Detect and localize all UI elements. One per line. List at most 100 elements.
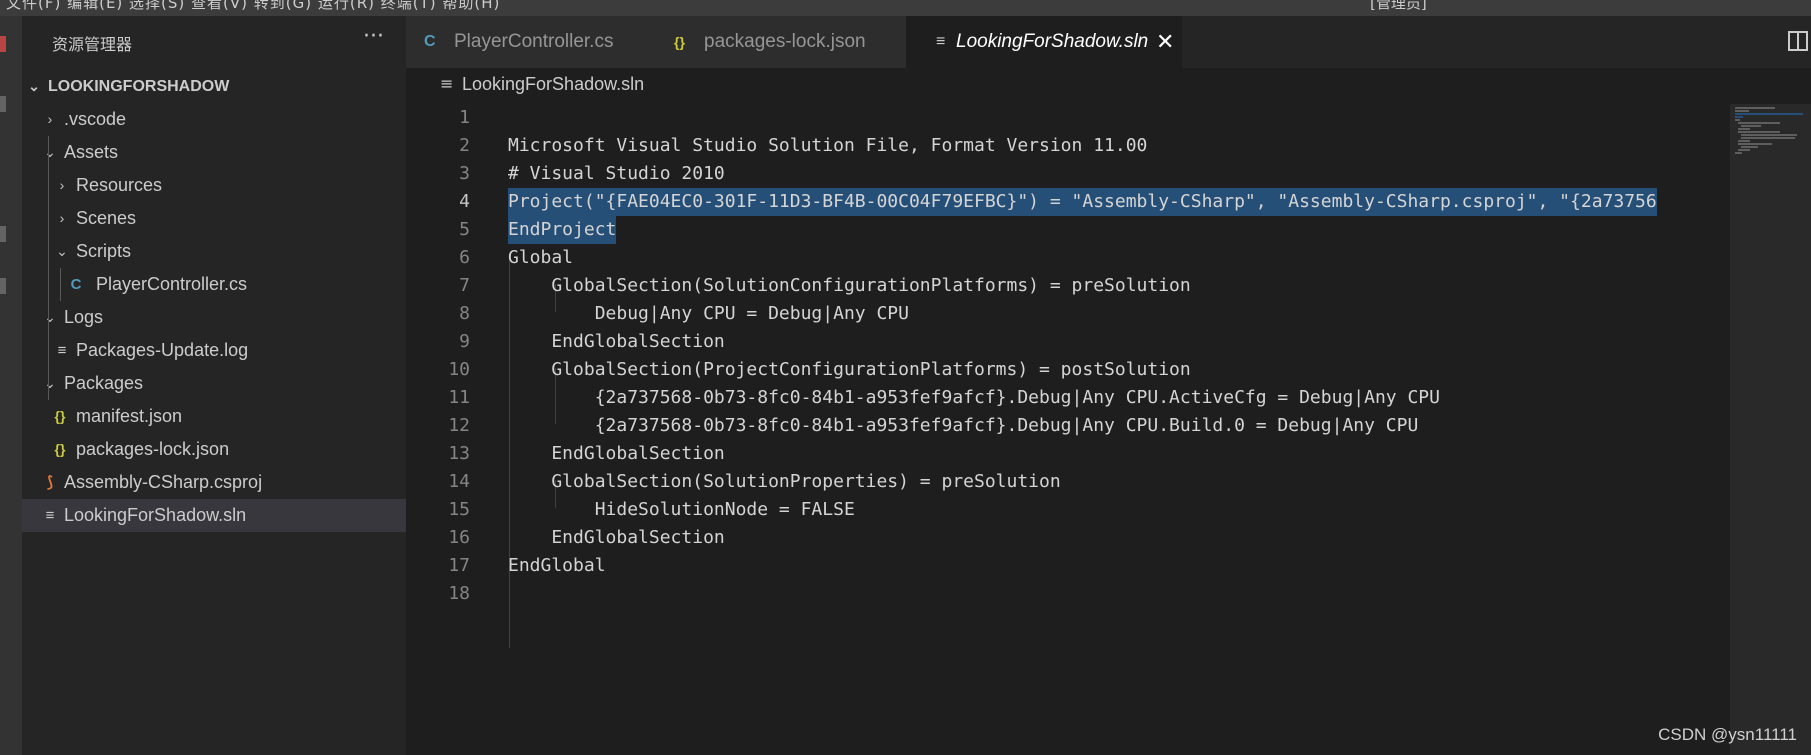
menu-bar[interactable]: 文件(F) 编辑(E) 选择(S) 查看(V) 转到(G) 运行(R) 终端(T…	[6, 0, 500, 13]
tree-item-packages-update-log[interactable]: ≡ Packages-Update.log	[22, 334, 406, 367]
run-debug-activity-icon[interactable]	[0, 226, 6, 242]
breadcrumb-file[interactable]: LookingForShadow.sln	[462, 74, 644, 95]
chevron-right-icon: ›	[47, 111, 53, 127]
line-text: EndGlobalSection	[508, 331, 725, 352]
editor-tabs: C PlayerController.cs {} packages-lock.j…	[406, 16, 1811, 68]
tree-item-assets[interactable]: ⌄ Assets	[22, 136, 406, 169]
csharp-file-icon: C	[424, 33, 436, 50]
line-number: 7	[459, 275, 470, 296]
tree-item-packages[interactable]: ⌄ Packages	[22, 367, 406, 400]
extensions-activity-icon[interactable]	[0, 278, 6, 294]
tree-item-label: Scripts	[76, 241, 132, 261]
minimap-line	[1735, 119, 1740, 121]
line-number: 5	[459, 219, 470, 240]
minimap-slider[interactable]	[1731, 104, 1811, 755]
tree-indent-guide	[60, 268, 61, 301]
tree-item-resources[interactable]: › Resources	[22, 169, 406, 202]
line-number: 17	[448, 555, 470, 576]
line-text: Microsoft Visual Studio Solution File, F…	[508, 135, 1148, 156]
json-file-icon: {}	[54, 441, 66, 457]
minimap[interactable]	[1730, 104, 1811, 755]
line-number: 10	[448, 359, 470, 380]
line-text: Debug|Any CPU = Debug|Any CPU	[508, 303, 909, 324]
file-tree: ⌄ LOOKINGFORSHADOW › .vscode ⌄ Assets › …	[22, 70, 406, 532]
tree-item-label: Scenes	[76, 208, 137, 228]
tree-item-label: PlayerController.cs	[96, 274, 248, 294]
more-actions-icon[interactable]: ···	[363, 24, 384, 49]
line-text: # Visual Studio 2010	[508, 163, 725, 184]
chevron-down-icon: ⌄	[44, 375, 56, 391]
line-number: 14	[448, 471, 470, 492]
tree-item-vscode[interactable]: › .vscode	[22, 103, 406, 136]
tree-item-label: Packages-Update.log	[76, 340, 249, 360]
rss-file-icon: ⟆	[47, 474, 53, 491]
line-number: 4	[459, 191, 470, 212]
explorer-sidebar: 资源管理器 ··· ⌄ LOOKINGFORSHADOW › .vscode ⌄…	[22, 16, 406, 755]
tree-item-logs[interactable]: ⌄ Logs	[22, 301, 406, 334]
line-number: 13	[448, 443, 470, 464]
tree-item-manifest[interactable]: {} manifest.json	[22, 400, 406, 433]
workspace-root-label: LOOKINGFORSHADOW	[48, 78, 230, 95]
minimap-line	[1738, 122, 1780, 124]
line-text: Global	[508, 247, 574, 268]
minimap-line	[1735, 107, 1775, 109]
tab-label: LookingForShadow.sln	[956, 31, 1149, 52]
chevron-down-icon: ⌄	[28, 78, 40, 94]
tab-label: packages-lock.json	[704, 31, 866, 52]
watermark: CSDN @ysn11111	[1658, 725, 1797, 744]
search-activity-icon[interactable]	[0, 96, 6, 112]
chevron-right-icon: ›	[59, 177, 65, 193]
minimap-line	[1735, 116, 1743, 118]
text-file-icon: ≡	[440, 74, 454, 93]
breadcrumb: ≡ LookingForShadow.sln	[406, 68, 1811, 104]
line-number: 11	[448, 387, 470, 408]
line-number: 18	[448, 583, 470, 604]
code-editor[interactable]: 1 2 Microsoft Visual Studio Solution File…	[406, 104, 1731, 755]
line-text: EndGlobalSection	[508, 443, 725, 464]
command-center[interactable]: [管理员]	[1370, 0, 1427, 13]
tree-item-scripts[interactable]: ⌄ Scripts	[22, 235, 406, 268]
title-bar: 文件(F) 编辑(E) 选择(S) 查看(V) 转到(G) 运行(R) 终端(T…	[0, 0, 1811, 16]
tree-item-label: LookingForShadow.sln	[64, 505, 247, 525]
line-text-selected: EndProject	[508, 216, 617, 244]
line-number: 16	[448, 527, 470, 548]
explorer-activity-icon[interactable]	[0, 36, 6, 52]
tab-playercontroller[interactable]: C PlayerController.cs	[406, 16, 657, 68]
tab-label: PlayerController.cs	[454, 31, 614, 52]
line-number: 1	[459, 107, 470, 128]
line-text: HideSolutionNode = FALSE	[508, 499, 855, 520]
tree-item-label: packages-lock.json	[76, 439, 230, 459]
minimap-line	[1741, 125, 1761, 127]
minimap-line	[1738, 149, 1750, 151]
tree-item-packages-lock[interactable]: {} packages-lock.json	[22, 433, 406, 466]
line-number: 9	[459, 331, 470, 352]
tree-item-label: manifest.json	[76, 406, 183, 426]
line-number: 3	[459, 163, 470, 184]
workspace-root[interactable]: ⌄ LOOKINGFORSHADOW	[22, 70, 406, 103]
minimap-line	[1735, 152, 1742, 154]
minimap-line	[1741, 134, 1797, 136]
tree-item-assembly-csproj[interactable]: ⟆ Assembly-CSharp.csproj	[22, 466, 406, 499]
line-text: GlobalSection(SolutionProperties) = preS…	[508, 471, 1061, 492]
tree-item-label: .vscode	[64, 109, 127, 129]
tree-item-playercontroller[interactable]: C PlayerController.cs	[22, 268, 406, 301]
minimap-line	[1741, 137, 1795, 139]
close-icon[interactable]: ✕	[1156, 16, 1174, 68]
tree-item-label: Resources	[76, 175, 163, 195]
split-editor-icon[interactable]	[1787, 30, 1811, 52]
chevron-down-icon: ⌄	[44, 144, 56, 160]
line-text: {2a737568-0b73-8fc0-84b1-a953fef9afcf}.D…	[508, 387, 1440, 408]
line-number: 2	[459, 135, 470, 156]
text-file-icon: ≡	[936, 33, 946, 50]
tab-packages-lock[interactable]: {} packages-lock.json	[656, 16, 907, 68]
minimap-line	[1735, 110, 1749, 112]
line-number: 6	[459, 247, 470, 268]
minimap-line	[1738, 131, 1780, 133]
tree-item-scenes[interactable]: › Scenes	[22, 202, 406, 235]
tab-lookingforshadow-sln[interactable]: ≡ LookingForShadow.sln ✕	[906, 16, 1183, 68]
line-text: {2a737568-0b73-8fc0-84b1-a953fef9afcf}.D…	[508, 415, 1419, 436]
tree-item-lookingforshadow-sln[interactable]: ≡ LookingForShadow.sln	[22, 499, 406, 532]
chevron-down-icon: ⌄	[44, 309, 56, 325]
tree-indent-guide	[48, 136, 49, 400]
minimap-line	[1738, 140, 1750, 142]
